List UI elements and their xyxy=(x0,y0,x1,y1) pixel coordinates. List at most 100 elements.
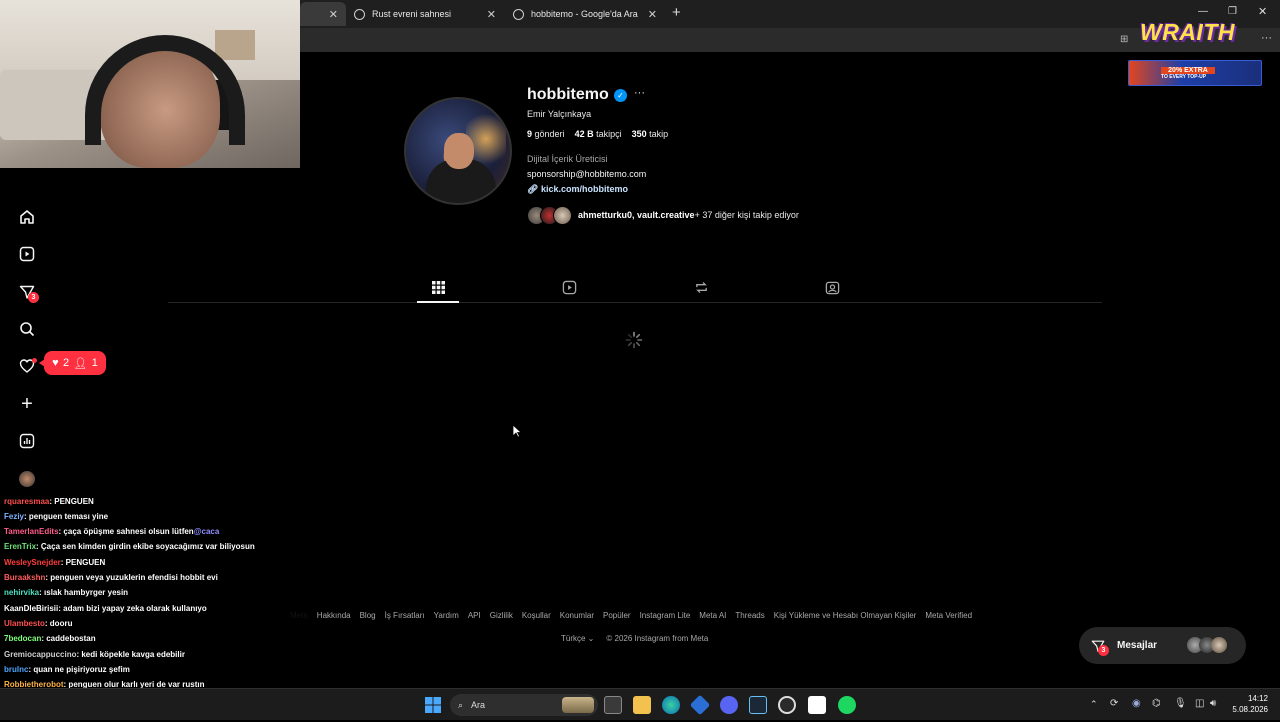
extensions-icon[interactable]: ⊞ xyxy=(1120,34,1128,45)
chat-avatar xyxy=(1211,637,1227,653)
chat-username[interactable]: KaanDleBirisii xyxy=(4,604,58,613)
edge-browser-icon[interactable] xyxy=(662,696,680,714)
windows-start-icon[interactable] xyxy=(425,697,441,713)
search-icon[interactable] xyxy=(16,318,38,340)
chat-username[interactable]: Ulambesto xyxy=(4,619,45,628)
discord-icon[interactable] xyxy=(720,696,738,714)
chat-username[interactable]: Feziy xyxy=(4,512,24,521)
chat-username[interactable]: Buraakshn xyxy=(4,573,45,582)
reposts-tab-icon[interactable] xyxy=(692,278,710,296)
steam-icon[interactable] xyxy=(749,696,767,714)
close-tab-icon[interactable]: ✕ xyxy=(487,8,496,21)
browser-tab-rust[interactable]: Rust evreni sahnesi ✕ xyxy=(346,2,504,26)
footer-link[interactable]: Blog xyxy=(360,611,376,620)
spotify-icon[interactable] xyxy=(838,696,856,714)
minimize-icon[interactable]: — xyxy=(1198,6,1208,17)
footer-link[interactable]: Gizlilik xyxy=(490,611,513,620)
tabs-divider xyxy=(168,302,1102,303)
footer-link[interactable]: Yardım xyxy=(434,611,459,620)
chat-text: : adam bizi yapay zeka olarak kullanıyo xyxy=(58,603,207,613)
messages-label: Mesajlar xyxy=(1117,640,1158,651)
link-icon: 🔗︎ xyxy=(527,184,539,194)
close-window-icon[interactable]: ✕ xyxy=(1258,5,1267,18)
options-menu-icon[interactable]: ··· xyxy=(634,87,645,99)
messages-floating-button[interactable]: 3 Mesajlar xyxy=(1079,627,1246,664)
chat-text: : penguen teması yine xyxy=(24,511,109,521)
maximize-icon[interactable]: ❐ xyxy=(1228,6,1237,17)
verified-badge-icon: ✓ xyxy=(614,89,627,102)
chat-message: TamerlanEdits : çaça öpüşme sahnesi olsu… xyxy=(4,525,219,539)
obs-icon[interactable] xyxy=(778,696,796,714)
chat-mention[interactable]: @caca xyxy=(194,527,220,536)
reels-icon[interactable] xyxy=(16,243,38,265)
close-tab-icon[interactable]: ✕ xyxy=(648,8,657,21)
language-selector[interactable]: Türkçe ⌄ xyxy=(561,634,594,643)
followed-by-row[interactable]: ahmetturku0, vault.creative + 37 diğer k… xyxy=(527,205,799,225)
footer-link[interactable]: Instagram Lite xyxy=(640,611,691,620)
chat-message: Feziy : penguen teması yine xyxy=(4,509,108,523)
chat-text: : kedi köpekle kavga edebilir xyxy=(76,649,185,659)
taskbar-clock[interactable]: 14:12 5.08.2026 xyxy=(1226,693,1268,715)
followers-stat[interactable]: 42 B takipçi xyxy=(575,129,622,139)
browser-menu-icon[interactable]: ··· xyxy=(1261,32,1272,44)
followed-by-rest: + 37 diğer kişi takip ediyor xyxy=(694,210,799,220)
footer-link[interactable]: Meta AI xyxy=(699,611,726,620)
profile-avatar[interactable] xyxy=(404,97,512,205)
footer-link[interactable]: Popüler xyxy=(603,611,631,620)
tray-steam-icon[interactable]: ◉ xyxy=(1132,698,1141,709)
footer-link[interactable]: Konumlar xyxy=(560,611,594,620)
following-stat[interactable]: 350 takip xyxy=(632,129,669,139)
footer-link[interactable]: Hakkında xyxy=(317,611,351,620)
wifi-icon[interactable]: ◫ xyxy=(1195,698,1204,709)
footer-link[interactable]: API xyxy=(468,611,481,620)
profile-username: hobbitemo xyxy=(527,86,609,103)
app-icon[interactable] xyxy=(689,694,711,716)
close-tab-icon[interactable]: ✕ xyxy=(329,8,338,21)
loading-spinner-icon xyxy=(625,331,643,349)
footer-link[interactable]: İş Fırsatları xyxy=(385,611,425,620)
chat-username[interactable]: ErenTrix xyxy=(4,542,36,551)
footer-link[interactable]: Threads xyxy=(735,611,764,620)
chat-username[interactable]: nehirvika xyxy=(4,588,39,597)
chat-text: : penguen veya yuzuklerin efendisi hobbi… xyxy=(45,573,218,582)
profile-email: sponsorship@hobbitemo.com xyxy=(527,169,647,179)
profile-avatar-icon[interactable] xyxy=(19,471,35,487)
tagged-tab-icon[interactable] xyxy=(823,278,841,296)
chat-username[interactable]: rquaresmaa xyxy=(4,497,49,506)
file-explorer-icon[interactable] xyxy=(633,696,651,714)
footer-link[interactable]: Koşullar xyxy=(522,611,551,620)
microphone-icon[interactable]: 🎙︎ xyxy=(1174,698,1187,709)
posts-grid-icon[interactable] xyxy=(429,278,447,296)
footer-link[interactable]: Kişi Yükleme ve Hesabı Olmayan Kişiler xyxy=(774,611,917,620)
posts-stat[interactable]: 9 gönderi xyxy=(527,129,565,139)
epic-games-icon[interactable] xyxy=(808,696,826,714)
promo-subtitle: TO EVERY TOP-UP xyxy=(1161,73,1207,80)
reels-tab-icon[interactable] xyxy=(560,278,578,296)
browser-tab-active[interactable]: ✕ xyxy=(300,2,346,26)
chat-message: Ulambesto : dooru xyxy=(4,616,72,630)
clock-time: 14:12 xyxy=(1247,694,1268,703)
task-view-icon[interactable] xyxy=(604,696,622,714)
new-tab-button[interactable]: + xyxy=(672,4,681,21)
mouse-cursor-icon xyxy=(512,424,522,438)
chat-username[interactable]: 7bedocan xyxy=(4,634,41,643)
chat-username[interactable]: Gremiocappuccino xyxy=(4,650,76,659)
home-icon[interactable] xyxy=(16,206,38,228)
tray-network-icon[interactable]: ⌬ xyxy=(1152,698,1161,709)
taskbar-search[interactable]: ⌕ Ara xyxy=(450,694,598,716)
chat-message: KaanDleBirisii : adam bizi yapay zeka ol… xyxy=(4,601,207,615)
messages-count-badge: 3 xyxy=(28,292,39,303)
create-plus-icon[interactable]: + xyxy=(16,393,38,415)
profile-link[interactable]: 🔗︎ kick.com/hobbitemo xyxy=(527,184,628,195)
footer-link[interactable]: Meta Verified xyxy=(925,611,972,620)
volume-icon[interactable]: 🔊︎ xyxy=(1210,698,1216,709)
tray-chevron-icon[interactable]: ⌃ xyxy=(1090,699,1098,710)
chat-username[interactable]: WesleySnejder xyxy=(4,558,61,567)
chat-username[interactable]: TamerlanEdits xyxy=(4,527,59,536)
chat-username[interactable]: brulnc xyxy=(4,665,28,674)
dashboard-icon[interactable] xyxy=(16,430,38,452)
tab-favicon-icon xyxy=(354,8,365,20)
notification-popup[interactable]: ♥ 2 👤︎ 1 xyxy=(39,351,106,375)
tray-app-icon[interactable]: ⟳ xyxy=(1110,698,1118,709)
browser-tab-google[interactable]: hobbitemo - Google'da Ara ✕ xyxy=(505,2,665,26)
